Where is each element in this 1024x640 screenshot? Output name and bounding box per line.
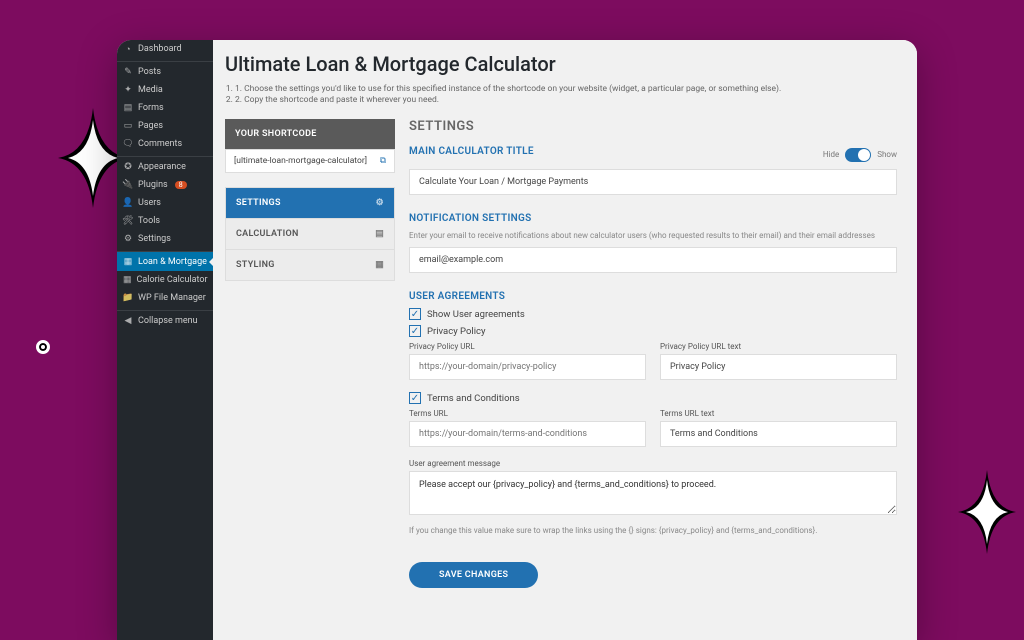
tab-styling[interactable]: STYLING▦	[226, 250, 394, 280]
agreement-msg-label: User agreement message	[409, 459, 897, 468]
hide-label: Hide	[823, 150, 839, 159]
settings-tabs: SETTINGS⚙CALCULATION▤STYLING▦	[225, 187, 395, 281]
menu-icon: 🔌	[123, 180, 133, 190]
checkmark-icon: ✓	[409, 325, 421, 337]
privacy-url-label: Privacy Policy URL	[409, 342, 646, 351]
menu-icon: ▭	[123, 121, 133, 131]
tab-settings[interactable]: SETTINGS⚙	[226, 188, 394, 219]
shortcode-box: [ultimate-loan-mortgage-calculator] ⧉	[225, 149, 395, 173]
sidebar-item-tools[interactable]: 🛠Tools	[117, 212, 213, 230]
menu-icon: 👤	[123, 198, 133, 208]
menu-icon: ✦	[123, 85, 133, 95]
menu-icon: ✎	[123, 67, 133, 77]
privacy-text-input[interactable]	[660, 354, 897, 380]
checkmark-icon: ✓	[409, 308, 421, 320]
terms-url-label: Terms URL	[409, 409, 646, 418]
menu-icon: ✪	[123, 162, 133, 172]
terms-text-label: Terms URL text	[660, 409, 897, 418]
terms-checkbox[interactable]: ✓ Terms and Conditions	[409, 392, 897, 404]
shortcode-heading: YOUR SHORTCODE	[225, 119, 395, 149]
show-user-agreements-checkbox[interactable]: ✓ Show User agreements	[409, 308, 897, 320]
menu-icon: ▦	[123, 275, 132, 285]
menu-icon: ▦	[123, 257, 133, 267]
notification-email-input[interactable]	[409, 247, 897, 273]
menu-icon: ▤	[123, 103, 133, 113]
sidebar-item-comments[interactable]: 🗨Comments	[117, 135, 213, 153]
sidebar-item-plugins[interactable]: 🔌Plugins8	[117, 176, 213, 194]
tab-calculation[interactable]: CALCULATION▤	[226, 219, 394, 250]
page-instructions: 1. Choose the settings you'd like to use…	[225, 84, 897, 105]
sidebar-item-loan-mortgage[interactable]: ▦Loan & Mortgage	[117, 251, 213, 271]
tab-icon: ▤	[375, 229, 384, 239]
title-visibility-toggle[interactable]	[845, 148, 871, 162]
notification-label: NOTIFICATION SETTINGS	[409, 213, 897, 224]
sidebar-item-wp-file-manager[interactable]: 📁WP File Manager	[117, 289, 213, 307]
privacy-text-label: Privacy Policy URL text	[660, 342, 897, 351]
sidebar-item-settings[interactable]: ⚙Settings	[117, 230, 213, 248]
wp-admin-sidebar: ◔Dashboard ✎Posts✦Media▤Forms▭Pages🗨Comme…	[117, 40, 213, 640]
save-changes-button[interactable]: SAVE CHANGES	[409, 562, 538, 588]
menu-icon: ⚙	[123, 234, 133, 244]
menu-icon: ◔	[123, 44, 133, 54]
sidebar-item-forms[interactable]: ▤Forms	[117, 99, 213, 117]
menu-icon: 🗨	[123, 139, 133, 149]
main-content: Ultimate Loan & Mortgage Calculator 1. C…	[213, 40, 917, 640]
main-title-input[interactable]	[409, 169, 897, 195]
copy-icon[interactable]: ⧉	[380, 156, 386, 166]
tab-icon: ⚙	[376, 198, 384, 208]
settings-heading: SETTINGS	[409, 119, 897, 134]
main-title-label: MAIN CALCULATOR TITLE	[409, 146, 534, 157]
agreement-msg-textarea[interactable]	[409, 471, 897, 515]
checkmark-icon: ✓	[409, 392, 421, 404]
notification-hint: Enter your email to receive notification…	[409, 230, 897, 241]
show-label: Show	[877, 150, 897, 159]
sidebar-item-pages[interactable]: ▭Pages	[117, 117, 213, 135]
notification-section: NOTIFICATION SETTINGS Enter your email t…	[409, 213, 897, 273]
shortcode-value: [ultimate-loan-mortgage-calculator]	[234, 156, 367, 166]
sidebar-item-dashboard[interactable]: ◔Dashboard	[117, 40, 213, 58]
page-title: Ultimate Loan & Mortgage Calculator	[225, 52, 897, 76]
main-title-section: MAIN CALCULATOR TITLE Hide Show	[409, 146, 897, 195]
sidebar-item-posts[interactable]: ✎Posts	[117, 61, 213, 81]
user-agreements-section: USER AGREEMENTS ✓ Show User agreements ✓…	[409, 291, 897, 536]
sidebar-item-calorie-calculator[interactable]: ▦Calorie Calculator	[117, 271, 213, 289]
menu-icon: ◀	[123, 316, 133, 326]
menu-icon: 📁	[123, 293, 133, 303]
tab-icon: ▦	[375, 260, 384, 270]
sidebar-item-users[interactable]: 👤Users	[117, 194, 213, 212]
privacy-url-input[interactable]	[409, 354, 646, 380]
sidebar-item-appearance[interactable]: ✪Appearance	[117, 156, 213, 176]
terms-text-input[interactable]	[660, 421, 897, 447]
agreements-label: USER AGREEMENTS	[409, 291, 897, 302]
privacy-policy-checkbox[interactable]: ✓ Privacy Policy	[409, 325, 897, 337]
terms-url-input[interactable]	[409, 421, 646, 447]
agreement-msg-hint: If you change this value make sure to wr…	[409, 525, 897, 536]
sidebar-item-collapse-menu[interactable]: ◀Collapse menu	[117, 310, 213, 330]
sidebar-item-media[interactable]: ✦Media	[117, 81, 213, 99]
update-badge: 8	[175, 181, 187, 189]
menu-icon: 🛠	[123, 216, 133, 226]
